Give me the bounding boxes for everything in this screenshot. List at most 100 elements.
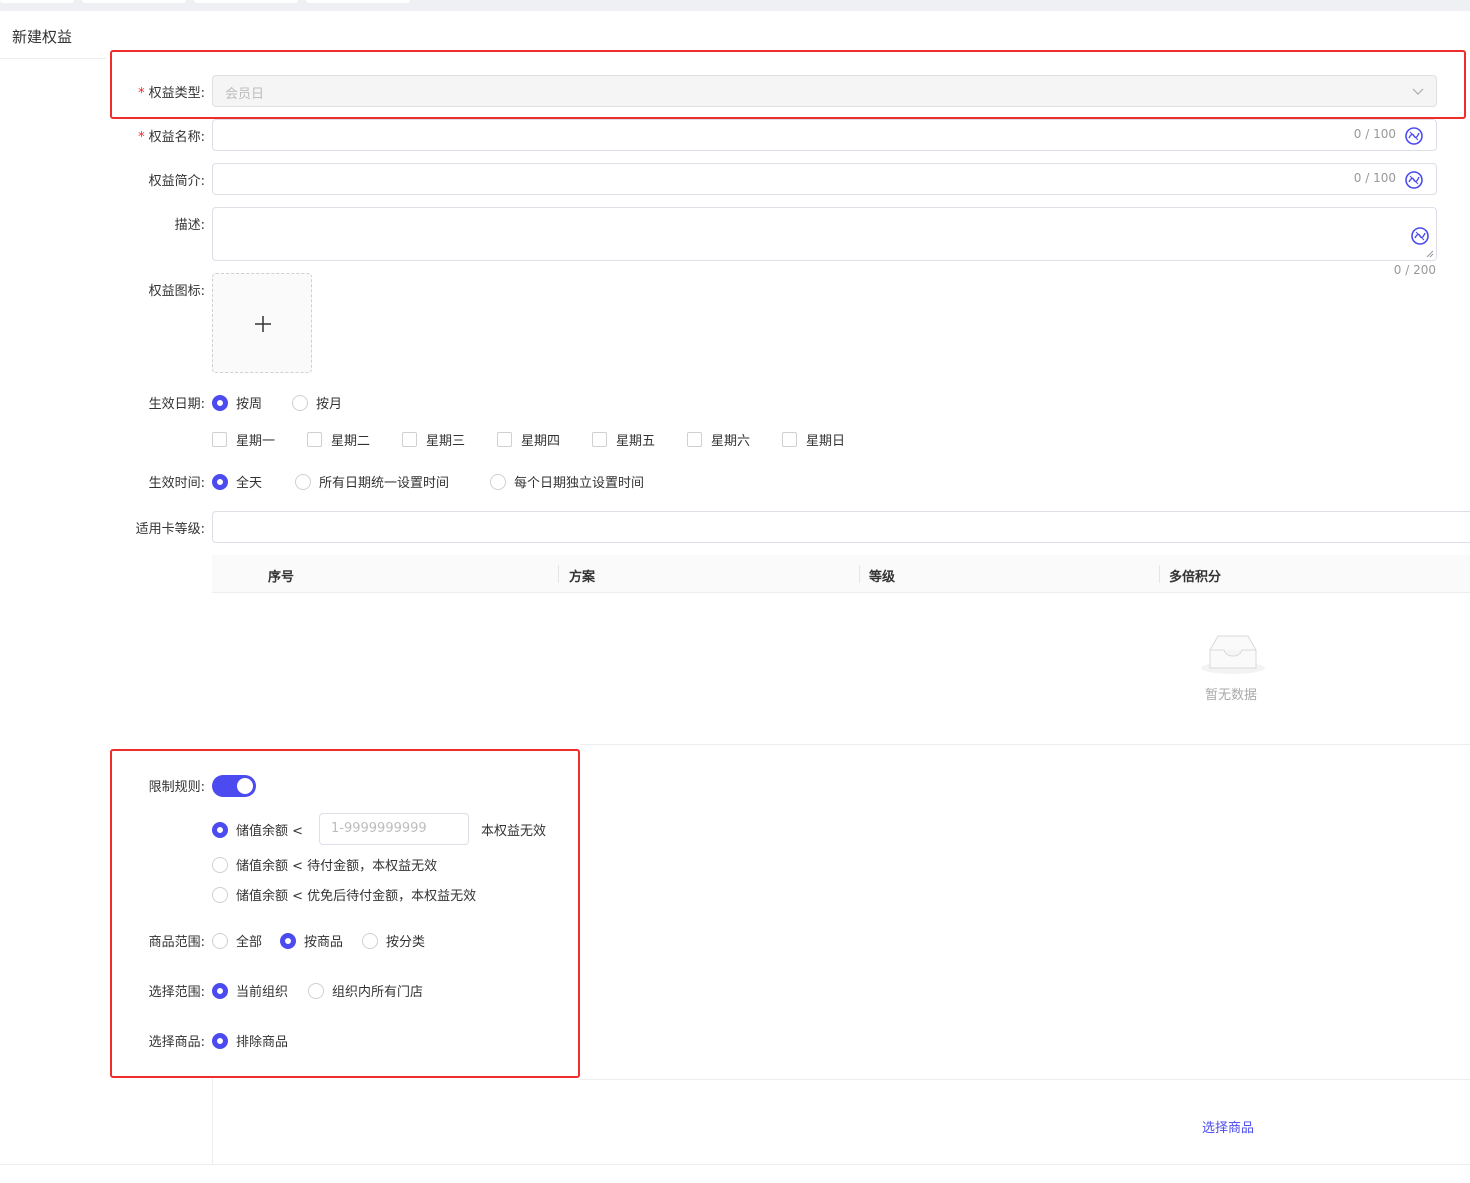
icon-upload[interactable] [212, 273, 312, 373]
page-title: 新建权益 [12, 28, 73, 46]
card-level-label: 适用卡等级: [135, 522, 205, 537]
checkbox-box [592, 432, 607, 447]
radio-dot [308, 982, 324, 999]
radio-dot [292, 394, 308, 411]
empty-state-text: 暂无数据 [1205, 688, 1258, 703]
amount-placeholder: 1-9999999999 [331, 821, 427, 836]
empty-box-icon [1201, 635, 1265, 674]
radio-label: 全天 [236, 476, 263, 491]
radio-dot [212, 473, 228, 490]
table-header: 序号 方案 等级 多倍积分 [212, 555, 1470, 593]
desc-textarea[interactable] [212, 207, 1437, 261]
checkbox-label: 星期二 [331, 434, 371, 449]
checkbox-monday[interactable]: 星期一 [212, 430, 275, 449]
radio-all-day[interactable]: 全天 [212, 472, 262, 491]
checkbox-sunday[interactable]: 星期日 [782, 430, 845, 449]
radio-label: 全部 [236, 935, 263, 950]
radio-all-stores[interactable]: 组织内所有门店 [308, 981, 423, 1000]
radio-dot [212, 856, 228, 873]
ai-assist-icon[interactable] [1404, 170, 1424, 190]
required-mark: * [138, 86, 145, 101]
radio-by-month[interactable]: 按月 [292, 393, 342, 412]
card-level-select[interactable] [212, 511, 1470, 543]
radio-balance-less-than-discounted-due[interactable]: 储值余额 < 优免后待付金额，本权益无效 [212, 885, 476, 904]
checkbox-label: 星期一 [236, 434, 276, 449]
radio-dot [295, 473, 311, 490]
tab[interactable] [306, 0, 410, 3]
checkbox-box [212, 432, 227, 447]
checkbox-box [782, 432, 797, 447]
select-scope-label: 选择范围: [148, 985, 205, 1000]
radio-goods-by-category[interactable]: 按分类 [362, 931, 425, 950]
radio-label: 储值余额 < 待付金额，本权益无效 [236, 859, 438, 874]
ai-assist-icon[interactable] [1404, 126, 1424, 146]
ai-assist-icon[interactable] [1410, 226, 1430, 246]
tab[interactable] [0, 0, 74, 3]
top-tab-strip [0, 0, 1470, 11]
divider [212, 1078, 213, 1164]
divider [580, 1079, 1470, 1080]
tab[interactable] [82, 0, 186, 3]
select-goods-link[interactable]: 选择商品 [1202, 1117, 1254, 1136]
radio-goods-by-product[interactable]: 按商品 [280, 931, 343, 950]
radio-current-org[interactable]: 当前组织 [212, 981, 288, 1000]
checkbox-label: 星期五 [616, 434, 656, 449]
column-header-index: 序号 [268, 570, 295, 585]
switch-knob [237, 778, 253, 794]
radio-dot [212, 821, 228, 838]
radio-dot [212, 886, 228, 903]
invalid-suffix-text: 本权益无效 [481, 824, 547, 839]
radio-dot [362, 932, 378, 949]
radio-by-week[interactable]: 按周 [212, 393, 262, 412]
radio-unified-time[interactable]: 所有日期统一设置时间 [295, 472, 449, 491]
checkbox-thursday[interactable]: 星期四 [497, 430, 560, 449]
intro-char-count: 0 / 100 [1353, 171, 1396, 185]
radio-label: 按分类 [386, 935, 426, 950]
radio-label: 排除商品 [236, 1035, 289, 1050]
checkbox-tuesday[interactable]: 星期二 [307, 430, 370, 449]
divider [0, 1164, 1470, 1165]
checkbox-label: 星期四 [521, 434, 561, 449]
checkbox-label: 星期六 [711, 434, 751, 449]
select-goods-label: 选择商品: [148, 1035, 205, 1050]
balance-amount-input[interactable]: 1-9999999999 [319, 813, 469, 845]
radio-label: 按月 [316, 397, 343, 412]
tab[interactable] [194, 0, 298, 3]
radio-label: 按商品 [304, 935, 344, 950]
radio-dot [490, 473, 506, 490]
column-separator [859, 565, 860, 583]
checkbox-label: 星期日 [806, 434, 846, 449]
chevron-down-icon [1412, 88, 1424, 95]
column-header-multiple-points: 多倍积分 [1169, 570, 1222, 585]
desc-char-count: 0 / 200 [1393, 263, 1436, 277]
radio-dot [212, 394, 228, 411]
radio-label: 当前组织 [236, 985, 289, 1000]
checkbox-box [497, 432, 512, 447]
radio-independent-time[interactable]: 每个日期独立设置时间 [490, 472, 644, 491]
column-separator [558, 565, 559, 583]
divider [0, 58, 106, 59]
radio-label: 储值余额 < 优免后待付金额，本权益无效 [236, 889, 477, 904]
resize-grip-icon[interactable] [1426, 250, 1434, 258]
type-label-text: 权益类型: [148, 86, 205, 101]
effective-date-label: 生效日期: [148, 397, 205, 412]
checkbox-wednesday[interactable]: 星期三 [402, 430, 465, 449]
radio-balance-less-than[interactable]: 储值余额 < [212, 820, 303, 839]
checkbox-saturday[interactable]: 星期六 [687, 430, 750, 449]
type-select[interactable]: 会员日 [212, 75, 1437, 107]
intro-input[interactable]: 0 / 100 [212, 163, 1437, 195]
goods-scope-label: 商品范围: [148, 935, 205, 950]
radio-goods-all[interactable]: 全部 [212, 931, 262, 950]
radio-dot [212, 1032, 228, 1049]
limit-rule-label: 限制规则: [148, 780, 205, 795]
checkbox-box [307, 432, 322, 447]
checkbox-friday[interactable]: 星期五 [592, 430, 655, 449]
radio-exclude-goods[interactable]: 排除商品 [212, 1031, 288, 1050]
radio-balance-less-than-due[interactable]: 储值余额 < 待付金额，本权益无效 [212, 855, 437, 874]
radio-dot [212, 982, 228, 999]
intro-label: 权益简介: [148, 174, 205, 189]
name-char-count: 0 / 100 [1353, 127, 1396, 141]
name-input[interactable]: 0 / 100 [212, 119, 1437, 151]
limit-rule-switch[interactable] [212, 775, 256, 797]
name-label-text: 权益名称: [148, 130, 205, 145]
